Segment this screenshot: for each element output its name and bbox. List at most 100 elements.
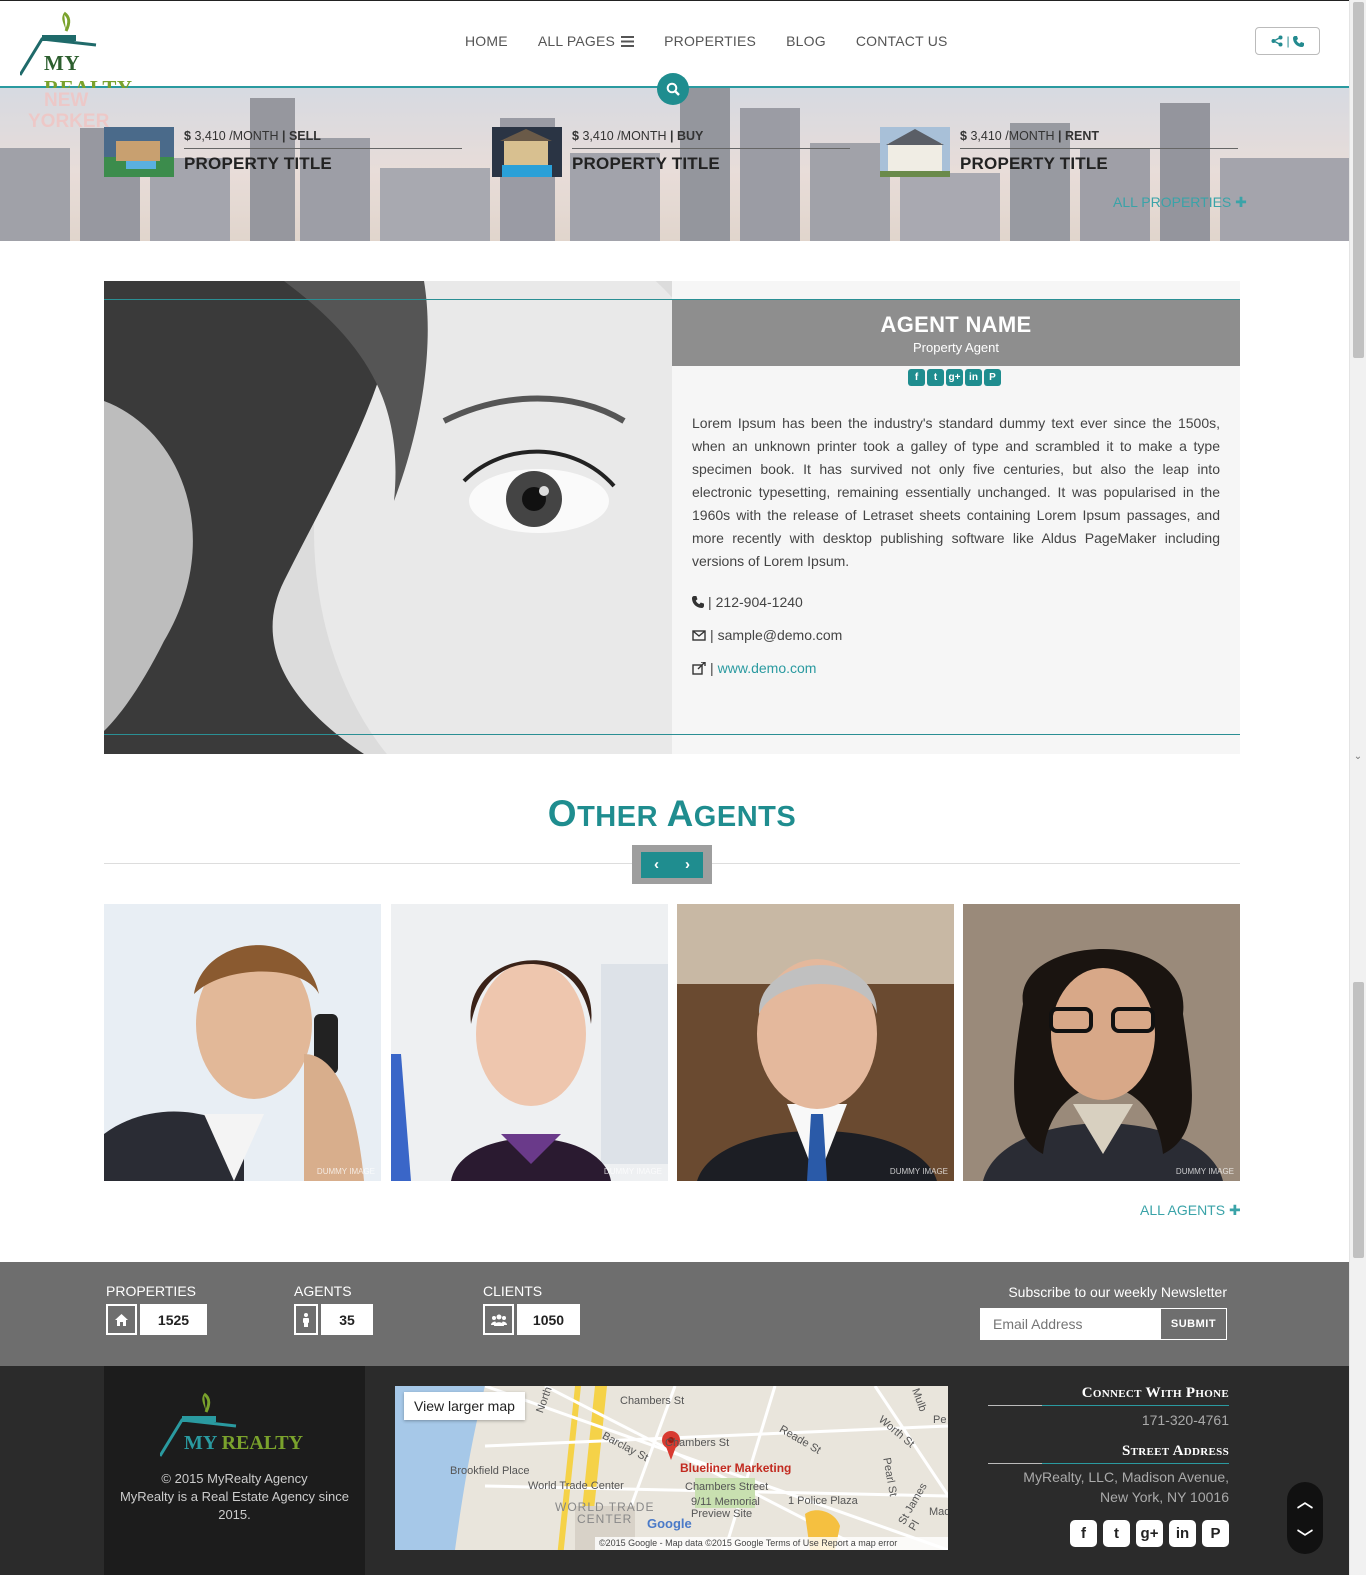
phone-icon — [1292, 35, 1304, 47]
main-nav: HOME ALL PAGES PROPERTIES BLOG CONTACT U… — [465, 33, 948, 49]
heading-underline — [988, 1463, 1229, 1464]
newsletter-submit-button[interactable]: SUBMIT — [1160, 1309, 1226, 1339]
featured-property-2[interactable]: $ 3,410 /MONTH | BUY PROPERTY TITLE — [492, 126, 852, 178]
all-agents-link[interactable]: ALL AGENTS ✚ — [1140, 1202, 1241, 1219]
twitter-icon[interactable]: t — [927, 369, 944, 386]
copyright-line-2: MyRealty is a Real Estate Agency since 2… — [119, 1489, 350, 1522]
nav-home[interactable]: HOME — [465, 33, 508, 49]
map-marker-label: Blueliner Marketing — [680, 1461, 792, 1475]
map-attribution[interactable]: ©2015 Google - Map data ©2015 Google Ter… — [595, 1537, 948, 1550]
nav-properties[interactable]: PROPERTIES — [664, 33, 756, 49]
copyright-line-1: © 2015 MyRealty Agency — [161, 1471, 308, 1486]
page: { "brand": {"name_my": "MY", "name_realt… — [0, 0, 1366, 1575]
users-icon — [483, 1304, 514, 1335]
footer-copyright: © 2015 MyRealty Agency MyRealty is a Rea… — [104, 1470, 365, 1524]
divider-bottom — [104, 734, 1240, 735]
watermark-4: DUMMY IMAGE — [1175, 1167, 1234, 1176]
featured-property-3[interactable]: $ 3,410 /MONTH | RENT PROPERTY TITLE — [880, 126, 1240, 178]
agent-email-value[interactable]: sample@demo.com — [718, 627, 843, 643]
pinterest-icon[interactable]: P — [1202, 1520, 1229, 1547]
all-properties-label: ALL PROPERTIES — [1113, 194, 1232, 210]
agent-card-3[interactable]: DUMMY IMAGE — [677, 904, 954, 1181]
property-price-1: $ 3,410 /MONTH | SELL — [184, 129, 462, 149]
agent-photo-4 — [963, 904, 1240, 1181]
heading-cap-1: O — [547, 793, 578, 834]
stat-properties: PROPERTIES 1525 — [106, 1283, 207, 1335]
footer-address: MyRealty, LLC, Madison Avenue, New York,… — [1023, 1469, 1229, 1505]
phone-icon — [692, 596, 704, 608]
agent-photo-1 — [104, 904, 381, 1181]
property-title-3[interactable]: PROPERTY TITLE — [960, 154, 1108, 174]
nav-blog[interactable]: BLOG — [786, 33, 826, 49]
watermark-1: DUMMY IMAGE — [316, 1167, 375, 1176]
newsletter-email-input[interactable] — [981, 1309, 1160, 1339]
logo[interactable]: MY REALTY — [18, 11, 165, 100]
footer-social-links: f t g+ in P — [1070, 1520, 1229, 1547]
contact-toggle-button[interactable]: | — [1255, 27, 1320, 55]
linkedin-icon[interactable]: in — [1169, 1520, 1196, 1547]
plus-icon: ✚ — [1228, 1202, 1241, 1218]
map-label: Mad — [929, 1506, 948, 1518]
google-plus-icon[interactable]: g+ — [946, 369, 963, 386]
location-map[interactable]: View larger map Chambers St Chambers St … — [395, 1386, 948, 1550]
search-button[interactable] — [657, 73, 689, 105]
watermark-2: DUMMY IMAGE — [603, 1167, 662, 1176]
heading-cap-2: A — [666, 793, 694, 834]
agent-phone-value: 212-904-1240 — [715, 594, 803, 610]
featured-property-1[interactable]: $ 3,410 /MONTH | SELL PROPERTY TITLE — [104, 126, 464, 178]
facebook-icon[interactable]: f — [1070, 1520, 1097, 1547]
all-properties-link[interactable]: ALL PROPERTIES ✚ — [1113, 194, 1247, 211]
nav-contact[interactable]: CONTACT US — [856, 33, 948, 49]
address-heading: Street Address — [1122, 1443, 1229, 1459]
map-label: 9/11 Memorial — [691, 1496, 760, 1508]
footer-brand: MY REALTY © 2015 MyRealty Agency MyRealt… — [104, 1366, 365, 1575]
footer-contact: Connect With Phone 171-320-4761 Street A… — [988, 1366, 1229, 1507]
home-icon — [106, 1304, 137, 1335]
agent-phone: | 212-904-1240 — [692, 594, 803, 610]
map-label: Pe — [933, 1414, 947, 1426]
newsletter-label: Subscribe to our weekly Newsletter — [1008, 1284, 1227, 1300]
chevron-up-icon[interactable]: ︿ — [1297, 1488, 1313, 1512]
map-label: Chambers Street — [685, 1481, 769, 1493]
footer-phone: 171-320-4761 — [1141, 1412, 1229, 1428]
linkedin-icon[interactable]: in — [965, 369, 982, 386]
hamburger-icon — [621, 35, 635, 47]
facebook-icon[interactable]: f — [908, 369, 925, 386]
property-title-1[interactable]: PROPERTY TITLE — [184, 154, 332, 174]
view-larger-map-button[interactable]: View larger map — [404, 1392, 525, 1420]
agent-card-1[interactable]: DUMMY IMAGE — [104, 904, 381, 1181]
chevron-left-icon[interactable]: ‹ — [654, 856, 659, 873]
chevron-down-icon[interactable]: ﹀ — [1297, 1524, 1313, 1548]
chevron-right-icon[interactable]: › — [685, 856, 690, 873]
agent-name: AGENT NAME — [880, 312, 1032, 337]
featured-properties-banner: NEW YORKER $ 3,410 /MONTH | SELL PROPERTY… — [0, 88, 1349, 241]
google-logo: Google — [647, 1516, 692, 1531]
agent-website-link[interactable]: www.demo.com — [718, 660, 817, 676]
nav-all-pages[interactable]: ALL PAGES — [538, 33, 635, 49]
share-icon — [1271, 35, 1283, 47]
agent-card-4[interactable]: DUMMY IMAGE — [963, 904, 1240, 1181]
property-price-3: $ 3,410 /MONTH | RENT — [960, 129, 1238, 149]
pinterest-icon[interactable]: P — [984, 369, 1001, 386]
agent-social-links: f t g+ in P — [908, 369, 1001, 386]
map-label: Chambers St — [665, 1437, 730, 1449]
stat-clients-value: 1050 — [517, 1304, 580, 1335]
other-agents-heading: OTHER AGENTS — [104, 793, 1240, 835]
property-title-2[interactable]: PROPERTY TITLE — [572, 154, 720, 174]
property-thumbnail-2 — [492, 127, 562, 177]
twitter-icon[interactable]: t — [1103, 1520, 1130, 1547]
scrollbar-thumb[interactable] — [1353, 2, 1364, 358]
scrollbar-thumb[interactable] — [1353, 982, 1364, 1258]
agents-slider-controls: ‹ › — [632, 845, 712, 884]
heading-rest-2: GENTS — [693, 801, 797, 833]
contact-separator: | — [1286, 34, 1290, 48]
agent-card-2[interactable]: DUMMY IMAGE — [391, 904, 668, 1181]
google-plus-icon[interactable]: g+ — [1136, 1520, 1163, 1547]
heading-underline — [988, 1405, 1229, 1406]
scroll-down-arrow-icon[interactable]: ⌄ — [1350, 750, 1366, 764]
male-icon — [294, 1304, 318, 1335]
property-price-2: $ 3,410 /MONTH | BUY — [572, 129, 850, 149]
page-scrollbar[interactable]: ⌄ — [1349, 0, 1366, 1575]
nav-properties-label: PROPERTIES — [664, 33, 757, 49]
agent-photo-3 — [677, 904, 954, 1181]
